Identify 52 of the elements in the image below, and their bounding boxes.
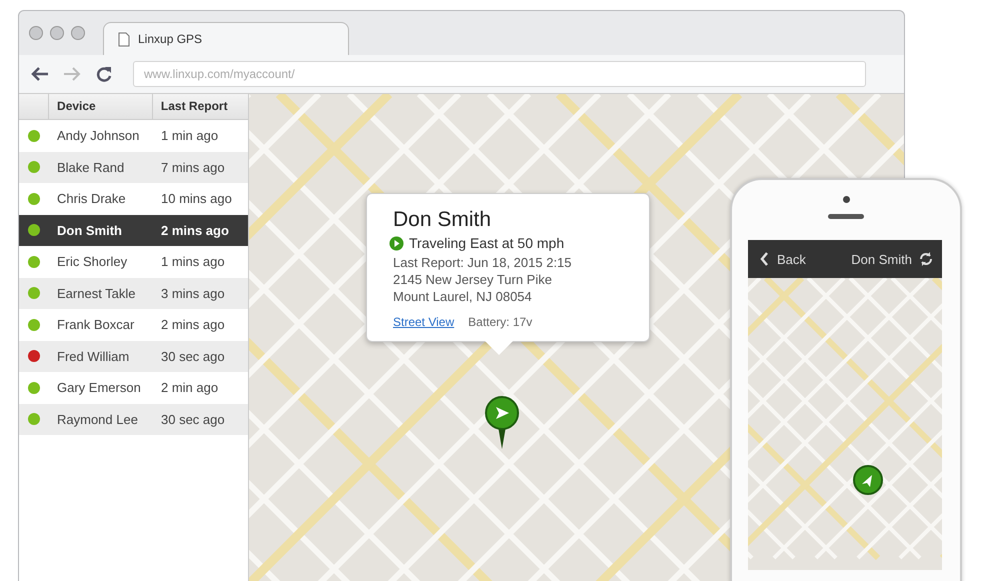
street-view-link[interactable]: Street View [393, 315, 454, 329]
device-row[interactable]: Don Smith 2 mins ago [19, 214, 248, 246]
column-header[interactable]: Last Report [152, 94, 248, 119]
address-text: 2145 New Jersey Turn Pike [393, 271, 553, 288]
device-name: Andy Johnson [56, 128, 140, 144]
device-row[interactable]: Andy Johnson 1 min ago [19, 120, 248, 152]
last-report-time: 2 min ago [160, 380, 218, 396]
device-name: Eric Shorley [56, 254, 128, 270]
device-row[interactable]: Chris Drake 10 mins ago [19, 183, 248, 214]
device-name: Chris Drake [56, 191, 127, 206]
device-name: Gary Emerson [56, 380, 142, 396]
device-row[interactable]: Raymond Lee 30 sec ago [19, 404, 248, 435]
address-text: Mount Laurel, NJ 08054 [393, 288, 533, 305]
location-marker-icon [853, 465, 883, 495]
camera-icon [843, 196, 850, 203]
device-name: Frank Boxcar [56, 317, 136, 332]
popup-title: Don Smith [393, 208, 492, 232]
device-row[interactable]: Blake Rand 7 mins ago [19, 152, 248, 183]
last-report-time: 2 mins ago [160, 222, 229, 238]
last-report-time: 7 mins ago [160, 160, 225, 175]
chevron-left-icon [760, 252, 769, 266]
device-row[interactable]: Fred William 30 sec ago [19, 340, 248, 372]
back-arrow-icon[interactable] [31, 67, 49, 81]
last-report-time: 10 mins ago [160, 191, 232, 206]
last-report-time: 3 mins ago [160, 286, 225, 301]
device-name: Earnest Takle [56, 286, 137, 301]
device-name: Don Smith [56, 222, 123, 238]
last-report-text: Last Report: Jun 18, 2015 2:15 [393, 254, 573, 271]
column-header[interactable]: Device [49, 94, 152, 119]
device-row[interactable]: Gary Emerson 2 min ago [19, 372, 248, 404]
device-name: Raymond Lee [56, 412, 139, 427]
last-report-time: 30 sec ago [160, 412, 225, 427]
device-row[interactable]: Earnest Takle 3 mins ago [19, 278, 248, 309]
device-name: Fred William [56, 348, 130, 364]
last-report-time: 30 sec ago [160, 348, 225, 364]
refresh-icon[interactable] [918, 251, 934, 267]
browser-tab[interactable]: Linxup GPS [103, 22, 349, 55]
speaker-icon [828, 214, 864, 219]
map-pin-icon[interactable] [485, 396, 519, 450]
device-name: Blake Rand [56, 160, 126, 175]
device-row[interactable]: Frank Boxcar 2 mins ago [19, 309, 248, 340]
page-icon [118, 32, 130, 46]
last-report-time: 1 min ago [160, 128, 218, 144]
last-report-time: 2 mins ago [160, 317, 225, 332]
last-report-time: 1 mins ago [160, 254, 225, 270]
play-icon [389, 236, 404, 250]
status-text: Traveling East at 50 mph [409, 235, 564, 251]
back-button[interactable]: Back [760, 252, 806, 266]
phone-title: Don Smith [851, 252, 912, 266]
reload-icon[interactable] [95, 65, 113, 83]
device-row[interactable]: Eric Shorley 1 mins ago [19, 246, 248, 278]
battery-text: Battery: 17v [468, 315, 532, 329]
